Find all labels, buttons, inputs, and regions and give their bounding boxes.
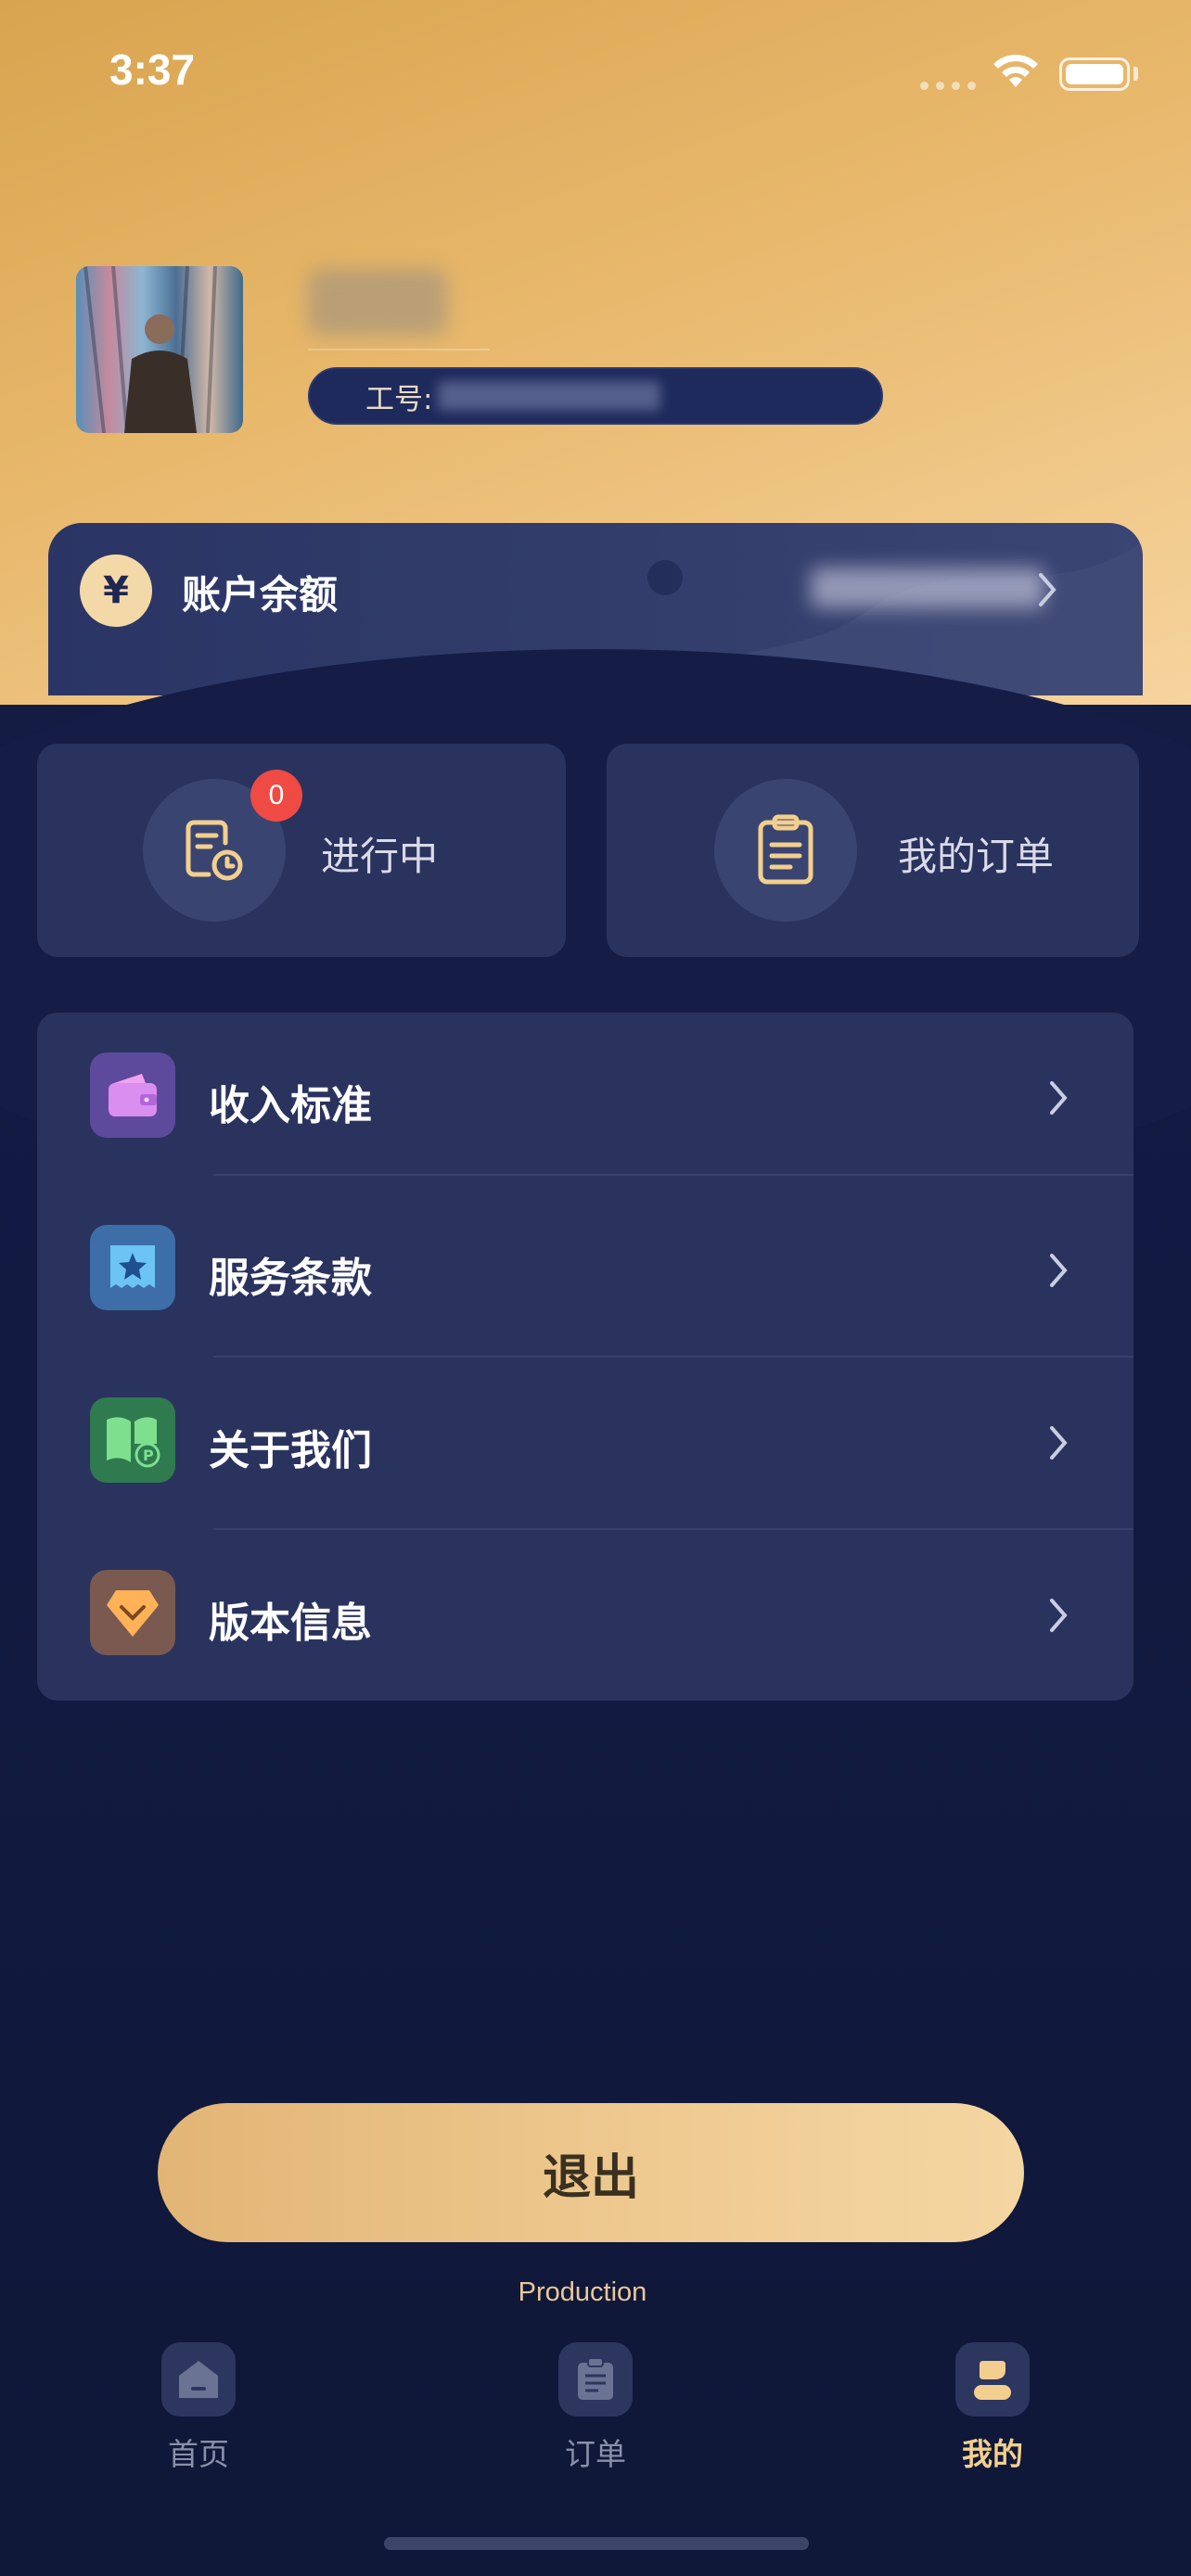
avatar[interactable] bbox=[76, 266, 243, 433]
clipboard-icon bbox=[714, 779, 857, 922]
employee-id-redacted bbox=[438, 381, 661, 411]
tab-orders[interactable]: 订单 bbox=[521, 2342, 670, 2474]
in-progress-count-badge: 0 bbox=[250, 770, 302, 822]
yen-icon: ¥ bbox=[80, 555, 152, 627]
tab-home[interactable]: 首页 bbox=[124, 2342, 273, 2474]
logout-button[interactable]: 退出 bbox=[158, 2103, 1024, 2242]
employee-id-label: 工号: bbox=[365, 382, 433, 416]
tab-label: 我的 bbox=[962, 2436, 1023, 2472]
cellular-signal-icon bbox=[920, 82, 976, 90]
tab-label: 订单 bbox=[565, 2436, 626, 2472]
menu-label: 版本信息 bbox=[209, 1600, 372, 1647]
menu-label: 收入标准 bbox=[209, 1082, 372, 1129]
menu-item-terms-of-service[interactable]: 服务条款 bbox=[37, 1185, 1133, 1357]
chevron-right-icon bbox=[1050, 1426, 1068, 1460]
wifi-icon bbox=[991, 54, 1041, 95]
book-icon: P bbox=[90, 1397, 175, 1483]
settings-menu: 收入标准 服务条款 P 关于我们 版本信息 bbox=[37, 1013, 1133, 1701]
balance-label: 账户余额 bbox=[182, 572, 339, 618]
menu-item-version-info[interactable]: 版本信息 bbox=[37, 1530, 1133, 1702]
svg-text:P: P bbox=[143, 1447, 154, 1464]
tab-mine[interactable]: 我的 bbox=[918, 2342, 1067, 2474]
diamond-icon bbox=[90, 1570, 175, 1655]
my-orders-card[interactable]: 我的订单 bbox=[607, 744, 1139, 957]
profile-page: 3:37 工号: ¥ 账户余额 进行中 0 我的订单 收入标准 服务条款 P 关… bbox=[0, 0, 1191, 2576]
in-progress-card[interactable]: 进行中 bbox=[37, 744, 566, 957]
order-icon bbox=[558, 2342, 633, 2417]
wallet-icon bbox=[90, 1052, 175, 1138]
status-time: 3:37 bbox=[109, 45, 196, 94]
chevron-right-icon bbox=[1050, 1081, 1068, 1115]
employee-id-pill: 工号: bbox=[308, 367, 883, 425]
name-underline bbox=[308, 349, 490, 351]
menu-item-about-us[interactable]: P 关于我们 bbox=[37, 1358, 1133, 1529]
menu-label: 服务条款 bbox=[209, 1255, 372, 1302]
divider bbox=[213, 1174, 1133, 1176]
chevron-right-icon bbox=[1039, 573, 1057, 606]
chevron-right-icon bbox=[1050, 1599, 1068, 1632]
star-ticket-icon bbox=[90, 1225, 175, 1310]
decorative-dot bbox=[647, 560, 683, 595]
home-icon bbox=[161, 2342, 236, 2417]
balance-amount-redacted bbox=[811, 567, 1044, 608]
chevron-right-icon bbox=[1050, 1254, 1068, 1287]
user-name-redacted bbox=[308, 269, 447, 336]
environment-label: Production bbox=[518, 2277, 647, 2307]
in-progress-label: 进行中 bbox=[321, 834, 439, 879]
battery-tip bbox=[1133, 67, 1138, 81]
battery-icon bbox=[1059, 57, 1130, 91]
menu-item-income-standard[interactable]: 收入标准 bbox=[37, 1013, 1133, 1184]
menu-label: 关于我们 bbox=[209, 1427, 372, 1474]
my-orders-label: 我的订单 bbox=[898, 834, 1055, 879]
home-indicator bbox=[384, 2537, 809, 2550]
tab-label: 首页 bbox=[168, 2436, 229, 2472]
profile-icon bbox=[955, 2342, 1030, 2417]
